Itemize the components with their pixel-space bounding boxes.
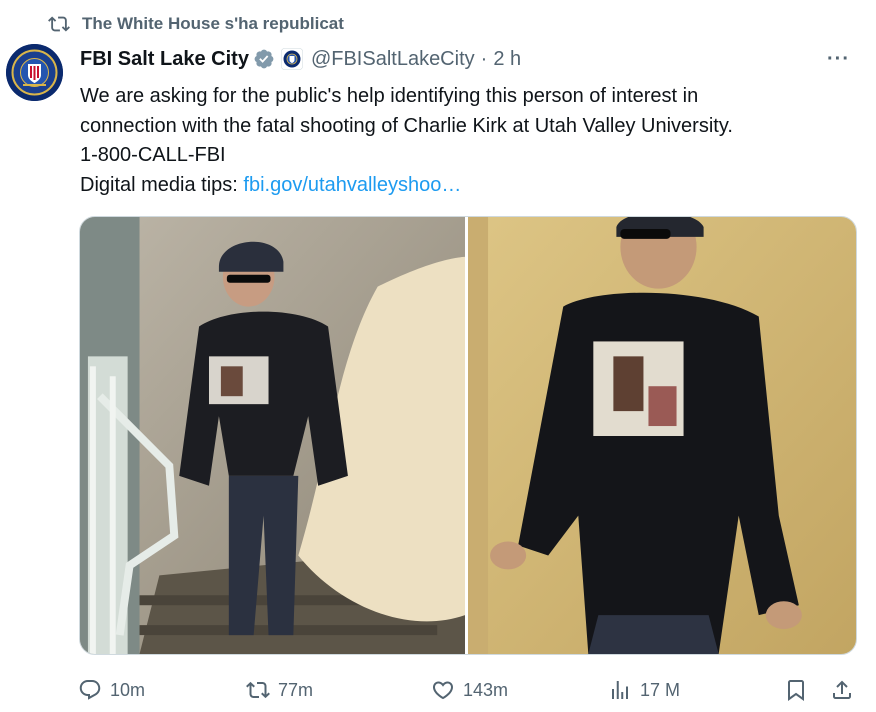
like-button[interactable]: 143m: [431, 678, 508, 702]
bookmark-icon: [788, 680, 804, 701]
tweet-text: We are asking for the public's help iden…: [80, 82, 860, 200]
header-separator: ·: [480, 47, 488, 70]
views-icon: [612, 681, 628, 699]
verified-badge-icon[interactable]: [253, 48, 275, 70]
repost-banner-text: The White House s'ha republicat: [82, 14, 344, 33]
repost-button[interactable]: 77m: [246, 678, 313, 702]
reply-icon: [79, 680, 101, 700]
repost-count: 77m: [278, 679, 314, 700]
fbi-affiliate-icon[interactable]: [280, 48, 303, 70]
tweet-text-line: connection with the fatal shooting of Ch…: [80, 114, 733, 137]
reply-button[interactable]: 10m: [78, 678, 145, 702]
tweet-text-line: We are asking for the public's help iden…: [80, 85, 699, 107]
repost-banner[interactable]: The White House s'ha republicat: [48, 12, 344, 36]
photo-stairwell[interactable]: [80, 217, 468, 654]
views-button[interactable]: 17 M: [608, 678, 680, 702]
media-gallery: [79, 216, 857, 655]
repost-icon: [246, 681, 270, 699]
repost-icon: [48, 13, 70, 35]
heart-icon: [432, 681, 454, 700]
more-options-icon[interactable]: ···: [827, 48, 850, 71]
post-time[interactable]: 2 h: [493, 48, 521, 71]
tips-link[interactable]: fbi.gov/utahvalleyshoo…: [243, 174, 461, 196]
photo-closeup[interactable]: [468, 217, 856, 654]
avatar[interactable]: [6, 44, 63, 101]
tweet-text-line: 1-800-CALL-FBI: [80, 144, 226, 166]
view-count: 17 M: [640, 679, 681, 700]
bookmark-button[interactable]: [784, 678, 816, 702]
author-name[interactable]: FBI Salt Lake City: [80, 48, 249, 71]
author-handle[interactable]: @FBISaltLakeCity: [311, 48, 475, 71]
share-button[interactable]: [830, 678, 862, 702]
tips-label: Digital media tips:: [80, 173, 244, 196]
reply-count: 10m: [110, 679, 146, 700]
tweet-header: FBI Salt Lake City @FBISaltLakeCity · 2 …: [80, 44, 858, 74]
action-bar: 10m 77m 143m 17 M: [78, 672, 858, 708]
like-count: 143m: [463, 679, 509, 700]
share-icon: [833, 680, 851, 699]
tweet-text-line: Digital media tips: fbi.gov/utahvalleysh…: [80, 171, 860, 201]
